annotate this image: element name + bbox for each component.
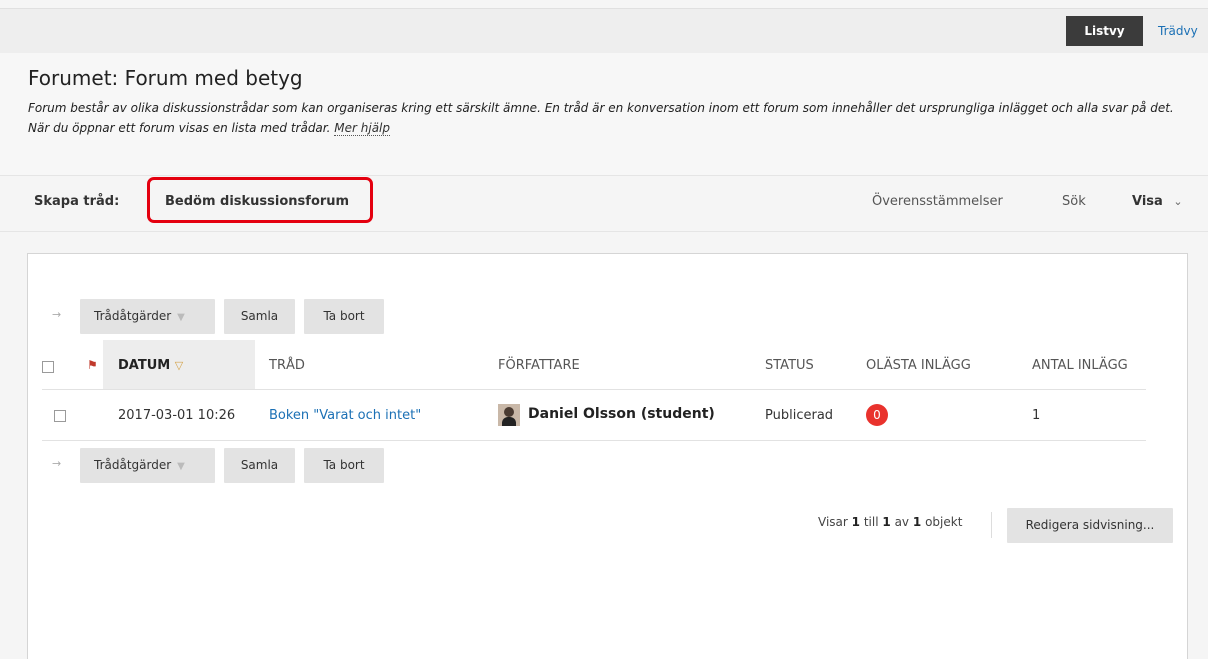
search-button[interactable]: Sök [1062,194,1086,209]
chevron-down-icon: ▼ [177,461,185,472]
pager-divider [991,512,992,538]
show-label: Visa [1132,194,1163,209]
thread-actions-button-bottom[interactable]: Trådåtgärder ▼ [80,448,215,483]
arrow-icon: → [52,308,62,321]
collect-button[interactable]: Samla [224,299,295,334]
row-date: 2017-03-01 10:26 [118,408,236,423]
column-header-author[interactable]: FÖRFATTARE [498,358,580,373]
unread-badge[interactable]: 0 [866,404,888,426]
column-header-date[interactable]: DATUM ▽ [118,358,183,373]
avatar [498,404,520,426]
column-header-total[interactable]: ANTAL INLÄGG [1032,358,1128,373]
flag-icon[interactable]: ⚑ [87,358,98,372]
show-menu[interactable]: Visa ⌄ [1132,194,1183,209]
collect-button-bottom[interactable]: Samla [224,448,295,483]
sort-triangle-icon: ▽ [174,359,184,372]
pager-from: 1 [851,515,861,529]
pager-till: till [863,515,879,529]
delete-button-bottom[interactable]: Ta bort [304,448,384,483]
thread-link[interactable]: Boken "Varat och intet" [269,408,421,423]
pager-prefix: Visar [818,515,848,529]
highlight-annotation [147,177,373,223]
select-all-checkbox[interactable] [42,361,54,373]
chevron-down-icon: ▼ [177,312,185,323]
tab-tree-view[interactable]: Trädvy [1158,16,1198,46]
status-text: Publicerad [765,408,834,423]
column-header-status[interactable]: STATUS [765,358,814,373]
author-name[interactable]: Daniel Olsson (student) [528,406,715,422]
create-thread-button[interactable]: Skapa tråd: [34,194,119,209]
thread-actions-label: Trådåtgärder [94,458,172,472]
tab-list-view[interactable]: Listvy [1066,16,1143,46]
row-divider [42,440,1146,441]
pager-of: av [894,515,910,529]
row-divider [42,389,1146,390]
thread-actions-button[interactable]: Trådåtgärder ▼ [80,299,215,334]
column-header-unread[interactable]: OLÄSTA INLÄGG [866,358,971,373]
concordance-button[interactable]: Överensstämmelser [872,194,1003,209]
date-header-label: DATUM [118,358,171,373]
view-toolbar [0,8,1208,54]
arrow-icon: → [52,457,62,470]
edit-paging-button[interactable]: Redigera sidvisning... [1007,508,1173,543]
delete-button[interactable]: Ta bort [304,299,384,334]
thread-actions-label: Trådåtgärder [94,309,172,323]
pager-suffix: objekt [925,515,963,529]
pager-to: 1 [882,515,891,529]
column-header-thread[interactable]: TRÅD [269,358,305,373]
chevron-down-icon: ⌄ [1173,195,1183,208]
pagination-info: Visar 1 till 1 av 1 objekt [818,515,962,529]
description-text: Forum består av olika diskussionstrådar … [28,101,1174,135]
page-title: Forumet: Forum med betyg [28,66,303,90]
more-help-link[interactable]: Mer hjälp [334,121,390,136]
total-posts: 1 [1032,408,1041,423]
forum-description: Forum består av olika diskussionstrådar … [28,98,1188,138]
row-checkbox[interactable] [54,410,66,422]
pager-total: 1 [912,515,922,529]
